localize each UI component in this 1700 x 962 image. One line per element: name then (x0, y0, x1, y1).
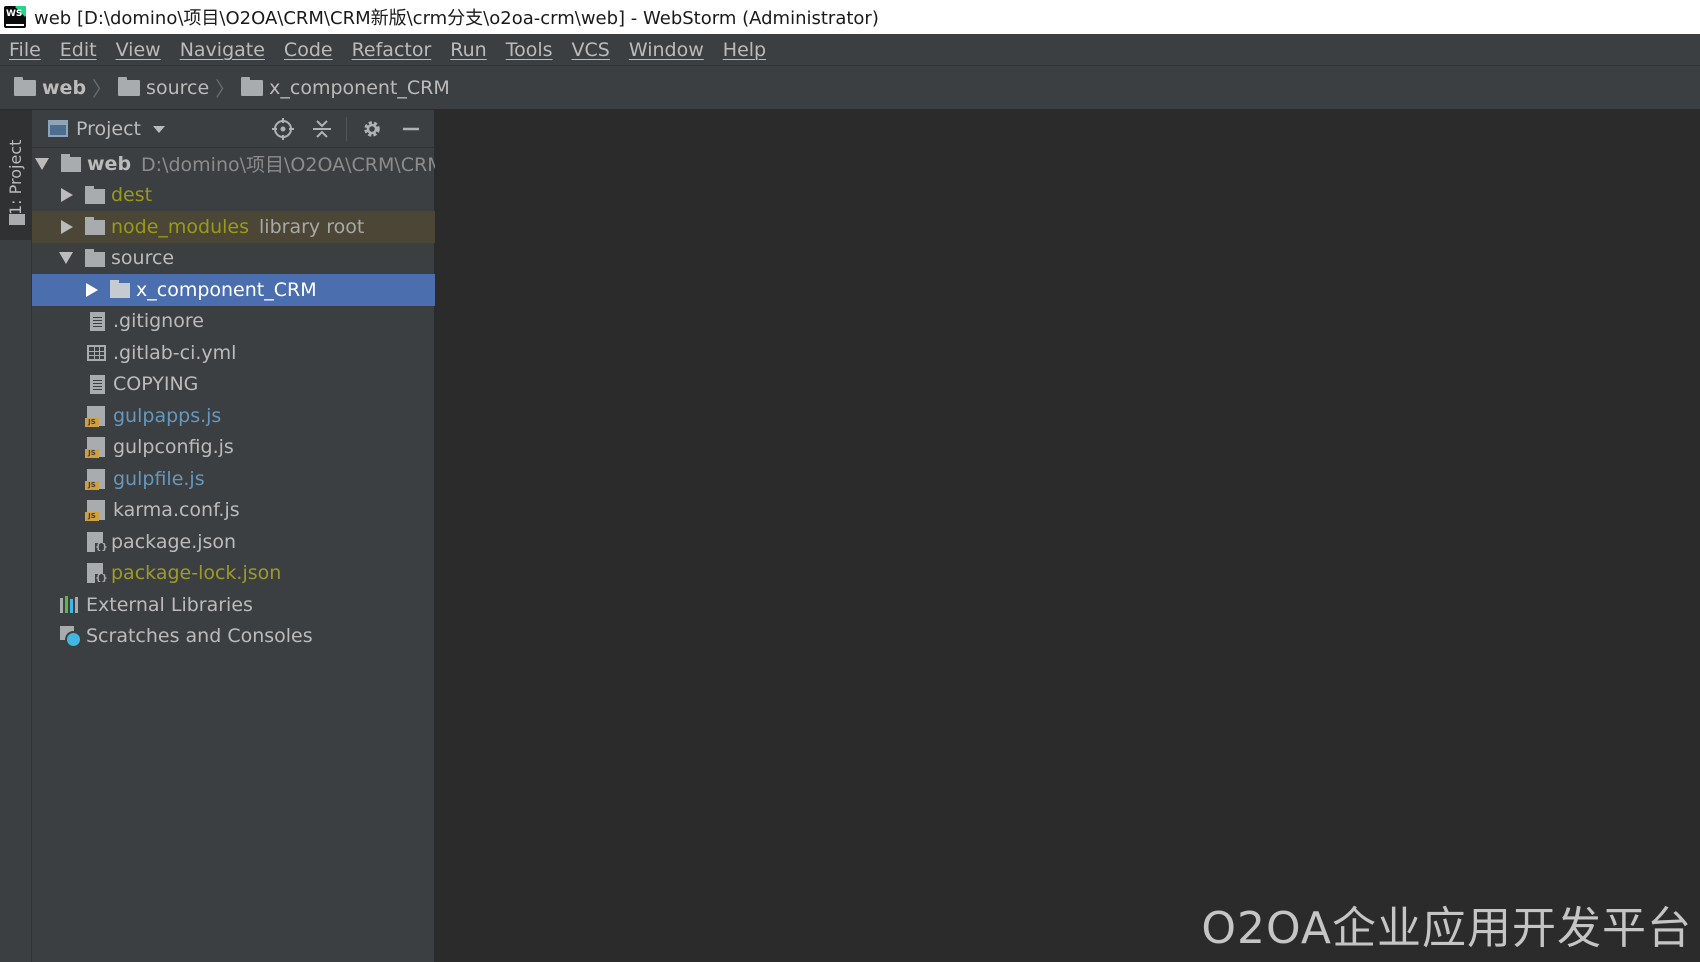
json-file-icon (87, 563, 107, 586)
breadcrumb: web 〉 source 〉 x_component_CRM (0, 66, 1700, 110)
menu-edit[interactable]: Edit (60, 39, 97, 61)
collapsed-arrow-icon[interactable] (86, 282, 98, 297)
tree-file-package-json[interactable]: package.json (32, 526, 435, 558)
tree-file-karma-conf[interactable]: karma.conf.js (32, 495, 435, 527)
minimize-icon[interactable] (397, 115, 425, 143)
chevron-down-icon[interactable] (153, 126, 166, 133)
menu-vcs[interactable]: VCS (572, 39, 610, 61)
project-stripe-label: 1: Project (6, 139, 25, 215)
menu-refactor[interactable]: Refactor (352, 39, 432, 61)
folder-icon (85, 248, 105, 267)
project-view-icon (48, 120, 68, 137)
folder-icon (110, 280, 130, 299)
tree-node-node-modules[interactable]: node_modules library root (32, 211, 435, 243)
tree-file-gitignore[interactable]: .gitignore (32, 306, 435, 338)
toolbar-divider (346, 117, 347, 141)
tool-window-stripe: 1: Project (0, 110, 32, 962)
tree-node-external-libraries[interactable]: External Libraries (32, 589, 435, 621)
folder-icon (9, 214, 25, 225)
text-file-icon (90, 374, 105, 394)
breadcrumb-source[interactable]: source (118, 76, 209, 99)
window-title-bar: WS web [D:\domino\项目\O2OA\CRM\CRM新版\crm分… (0, 0, 1700, 34)
menu-help[interactable]: Help (723, 39, 766, 61)
breadcrumb-separator-icon: 〉 (92, 77, 113, 101)
javascript-file-icon (85, 437, 105, 459)
project-tree: web D:\domino\项目\O2OA\CRM\CRM新 dest node… (32, 148, 435, 652)
collapsed-arrow-icon[interactable] (61, 188, 73, 203)
tree-node-x-component-crm[interactable]: x_component_CRM (32, 274, 435, 306)
breadcrumb-separator-icon: 〉 (215, 77, 236, 101)
window-title: web [D:\domino\项目\O2OA\CRM\CRM新版\crm分支\o… (34, 8, 879, 29)
menu-navigate[interactable]: Navigate (180, 39, 265, 61)
menu-run[interactable]: Run (450, 39, 486, 61)
tree-node-dest[interactable]: dest (32, 180, 435, 212)
editor-area[interactable]: O2OA企业应用开发平台 (435, 110, 1700, 962)
breadcrumb-x-component[interactable]: x_component_CRM (241, 76, 450, 99)
menu-code[interactable]: Code (284, 39, 333, 61)
webstorm-app-icon: WS (4, 6, 26, 28)
expanded-arrow-icon[interactable] (35, 157, 49, 170)
menu-tools[interactable]: Tools (506, 39, 553, 61)
gear-icon[interactable] (358, 115, 386, 143)
project-panel-toolbar (258, 110, 425, 148)
menu-file[interactable]: File (9, 39, 41, 61)
collapsed-arrow-icon[interactable] (61, 219, 73, 234)
tree-file-gitlab-ci[interactable]: .gitlab-ci.yml (32, 337, 435, 369)
menu-window[interactable]: Window (629, 39, 704, 61)
yaml-file-icon (87, 344, 106, 361)
tree-file-gulpconfig[interactable]: gulpconfig.js (32, 432, 435, 464)
tree-file-package-lock[interactable]: package-lock.json (32, 558, 435, 590)
tree-node-web[interactable]: web D:\domino\项目\O2OA\CRM\CRM新 (32, 148, 435, 180)
folder-icon (85, 217, 105, 236)
folder-icon (61, 154, 81, 173)
json-file-icon (87, 531, 107, 554)
folder-icon (14, 76, 36, 96)
tree-node-source[interactable]: source (32, 243, 435, 275)
breadcrumb-web[interactable]: web (14, 76, 86, 99)
library-icon (60, 596, 80, 614)
project-panel: Project web D:\domino\项目\O2OA\CRM\CRM新 d… (32, 110, 435, 962)
javascript-file-icon (85, 500, 105, 522)
tree-file-gulpapps[interactable]: gulpapps.js (32, 400, 435, 432)
folder-icon (118, 76, 141, 96)
menu-bar: File Edit View Navigate Code Refactor Ru… (0, 34, 1700, 66)
text-file-icon (90, 311, 105, 331)
folder-icon (241, 76, 264, 96)
javascript-file-icon (85, 405, 105, 427)
watermark-text: O2OA企业应用开发平台 (1201, 903, 1692, 954)
project-tool-window-button[interactable]: 1: Project (0, 110, 32, 240)
project-view-title[interactable]: Project (76, 118, 141, 140)
menu-view[interactable]: View (116, 39, 161, 61)
folder-icon (85, 185, 105, 204)
expanded-arrow-icon[interactable] (59, 252, 73, 265)
tree-file-copying[interactable]: COPYING (32, 369, 435, 401)
javascript-file-icon (85, 468, 105, 490)
tree-node-scratches[interactable]: Scratches and Consoles (32, 621, 435, 653)
locate-icon[interactable] (269, 115, 297, 143)
scratches-icon (60, 625, 82, 648)
tree-file-gulpfile[interactable]: gulpfile.js (32, 463, 435, 495)
project-panel-header: Project (32, 110, 435, 148)
collapse-all-icon[interactable] (308, 115, 336, 143)
